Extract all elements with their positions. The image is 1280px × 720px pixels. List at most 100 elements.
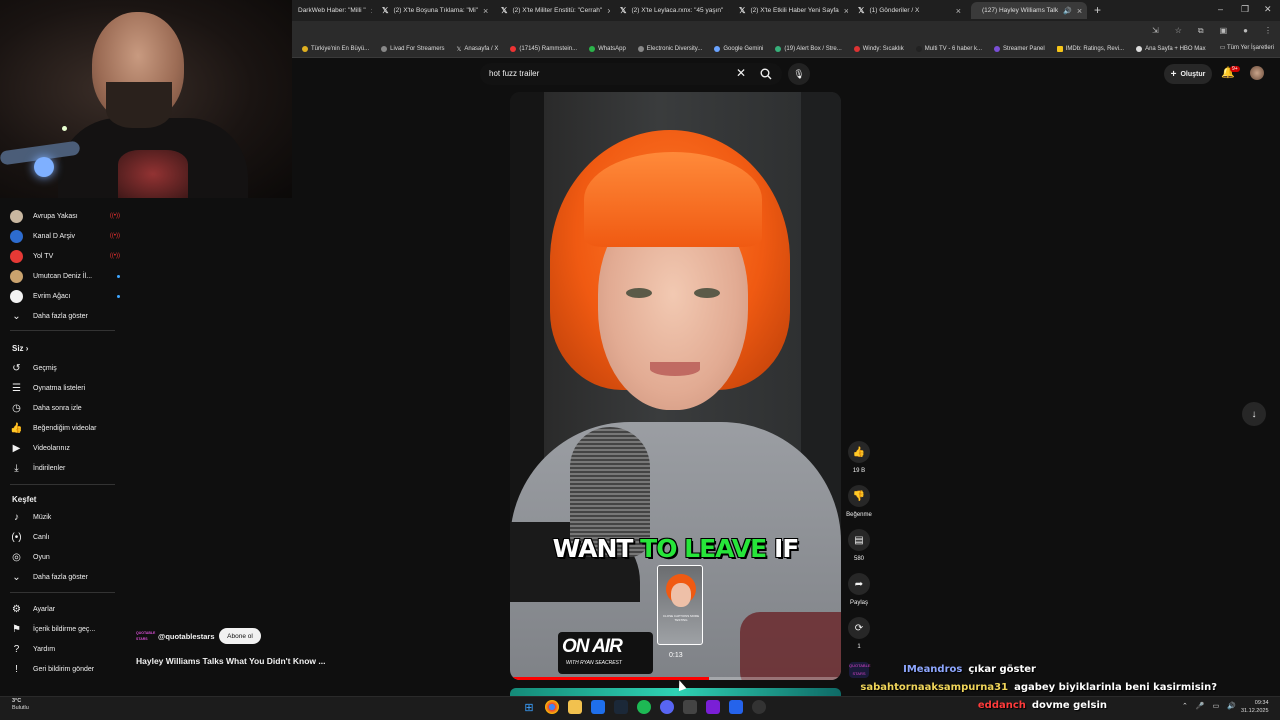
microphone-icon[interactable]: 🎤 — [1196, 702, 1205, 710]
sidebar-item-subscription[interactable]: Umutcan Deniz İl... — [10, 266, 120, 286]
subscribe-button[interactable]: Abone ol — [219, 628, 261, 644]
sidebar-item-downloads[interactable]: ⤓ İndirilenler — [10, 458, 120, 478]
channel-thumbnail[interactable]: QUOTABLE STARS — [849, 662, 871, 678]
sidepanel-icon[interactable]: ▣ — [1220, 26, 1228, 36]
active-app-icon[interactable] — [729, 700, 743, 714]
all-bookmarks[interactable]: ▭ Tüm Yer İşaretleri — [1220, 44, 1274, 51]
browser-tab-active[interactable]: (127) Hayley Williams Talk 🔊 × — [971, 2, 1087, 19]
sidebar-show-more[interactable]: ⌄ Daha fazla göster — [10, 567, 120, 587]
sidebar-show-more[interactable]: ⌄ Daha fazla göster — [10, 306, 120, 326]
steam-icon[interactable] — [614, 700, 628, 714]
minimize-icon[interactable]: – — [1218, 4, 1223, 14]
next-short-preview[interactable] — [510, 688, 841, 696]
browser-tab[interactable]: 𝕏 (2) X'te Boşuna Tıklama: "Mi" × — [376, 2, 491, 19]
close-icon[interactable]: × — [1077, 6, 1082, 16]
close-icon[interactable]: × — [844, 6, 848, 16]
sidebar-item-subscription[interactable]: Evrim Ağacı — [10, 286, 120, 306]
close-icon[interactable]: × — [483, 6, 488, 16]
bookmark-item[interactable]: (19) Alert Box / Stre... — [775, 46, 842, 52]
maximize-icon[interactable]: ❐ — [1241, 4, 1249, 15]
install-icon[interactable]: ⇲ — [1152, 26, 1159, 36]
close-window-icon[interactable]: ✕ — [1264, 4, 1272, 15]
sidebar-item-subscription[interactable]: Avrupa Yakası ((•)) — [10, 206, 120, 226]
bookmark-item[interactable]: Streamer Panel — [994, 46, 1045, 52]
search-button[interactable] — [756, 64, 776, 84]
share-button[interactable]: ➦ Paylaş — [848, 573, 870, 606]
sidebar-item-music[interactable]: ♪ Müzik — [10, 507, 120, 527]
comments-button[interactable]: ▤ 580 — [848, 529, 870, 562]
bookmark-item[interactable]: Multi TV - 6 haber k... — [915, 46, 982, 52]
dislike-button[interactable]: 👎 Beğenme — [846, 485, 872, 518]
bookmark-item[interactable]: WhatsApp — [589, 46, 626, 52]
sidebar-item-watch-later[interactable]: ◷ Daha sonra izle — [10, 398, 120, 418]
bookmark-item[interactable]: Ana Sayfa + HBO Max — [1136, 46, 1206, 52]
video-title[interactable]: Hayley Williams Talks What You Didn't Kn… — [136, 656, 325, 666]
bookmark-item[interactable]: Google Gemini — [714, 46, 763, 52]
sidebar-item-gaming[interactable]: ◎ Oyun — [10, 547, 120, 567]
weather-widget[interactable]: 3°C Bulutlu — [12, 698, 29, 712]
browser-tab[interactable]: 𝕏 (1) Gönderiler / X × — [852, 2, 967, 19]
sidebar-item-help[interactable]: ? Yardım — [10, 639, 120, 659]
file-explorer-icon[interactable] — [568, 700, 582, 714]
sidebar-item-your-videos[interactable]: ▶ Videolarınız — [10, 438, 120, 458]
bookmark-label: (19) Alert Box / Stre... — [784, 46, 842, 52]
sidebar-item-report-history[interactable]: ⚑ İçerik bildirme geç... — [10, 619, 120, 639]
chevron-right-icon: › — [25, 344, 29, 353]
sidebar-item-history[interactable]: ↺ Geçmiş — [10, 358, 120, 378]
channel-avatar — [10, 269, 23, 283]
voice-search-button[interactable]: 🎙 — [788, 63, 810, 85]
bookmark-item[interactable]: (17145) Rammstein... — [510, 46, 577, 52]
sidebar-item-playlists[interactable]: ☰ Oynatma listeleri — [10, 378, 120, 398]
close-icon[interactable]: × — [607, 6, 610, 16]
volume-icon[interactable]: 🔊 — [1227, 702, 1236, 710]
bookmark-item[interactable]: IMDb: Ratings, Revi... — [1056, 46, 1124, 52]
extensions-icon[interactable]: ⧉ — [1198, 26, 1204, 36]
bookmark-item[interactable]: 𝕏 Anasayfa / X — [457, 46, 499, 53]
clear-search-icon[interactable]: ✕ — [736, 66, 746, 80]
obs-icon[interactable] — [752, 700, 766, 714]
windows-start-icon[interactable]: ⊞ — [522, 700, 536, 714]
network-icon[interactable]: ▭ — [1213, 702, 1220, 710]
chrome-icon[interactable] — [545, 700, 559, 714]
chevron-up-icon[interactable]: ⌃ — [1182, 702, 1188, 710]
sidebar-item-subscription[interactable]: Kanal D Arşiv ((•)) — [10, 226, 120, 246]
clock[interactable]: 09:34 31.12.2025 — [1241, 699, 1269, 715]
bookmark-item[interactable]: Livad For Streamers — [381, 46, 445, 52]
profile-icon[interactable]: ● — [1243, 26, 1248, 36]
gemini-icon — [714, 46, 721, 52]
sidebar-item-liked[interactable]: 👍 Beğendiğim videolar — [10, 418, 120, 438]
shorts-video-player[interactable]: ON AIR WITH RYAN SEACREST WANT TO LEAVE … — [510, 92, 841, 680]
bookmark-item[interactable]: Türkiye'nin En Büyü... — [302, 46, 369, 52]
remix-button[interactable]: ⟳ 1 — [848, 617, 870, 650]
sidebar-item-subscription[interactable]: Yol TV ((•)) — [10, 246, 120, 266]
sidebar-item-settings[interactable]: ⚙ Ayarlar — [10, 599, 120, 619]
close-icon[interactable]: × — [371, 6, 372, 16]
close-icon[interactable]: × — [728, 6, 729, 16]
app-icon[interactable] — [591, 700, 605, 714]
browser-tab[interactable]: 𝕏 (2) X'te Etkili Haber Yeni Sayfa × — [733, 2, 848, 19]
avatar[interactable] — [1250, 66, 1264, 80]
sidebar-item-feedback[interactable]: ! Geri bildirim gönder — [10, 659, 120, 679]
search-input[interactable]: hot fuzz trailer — [489, 69, 539, 78]
chat-username: sabahtornaaksampurna31 — [860, 682, 1009, 693]
new-tab-button[interactable]: + — [1094, 3, 1101, 17]
close-icon[interactable]: × — [956, 6, 961, 16]
sidebar-you-heading[interactable]: Siz › — [12, 344, 28, 353]
sidebar-item-live[interactable]: (•) Canlı — [10, 527, 120, 547]
star-icon[interactable]: ☆ — [1175, 26, 1182, 36]
browser-tab[interactable]: DarkWeb Haber: "Milli " × — [292, 2, 372, 19]
like-button[interactable]: 👍 19 B — [848, 441, 870, 474]
menu-icon[interactable]: ⋮ — [1264, 26, 1272, 36]
calculator-icon[interactable] — [683, 700, 697, 714]
browser-tab[interactable]: 𝕏 (2) X'te Militer Enstitü: "Cerrah" × — [495, 2, 610, 19]
kick-icon[interactable] — [706, 700, 720, 714]
bookmark-item[interactable]: Windy: Sıcaklık — [853, 46, 904, 52]
spotify-icon[interactable] — [637, 700, 651, 714]
bookmark-item[interactable]: Electronic Diversity... — [637, 46, 702, 52]
channel-name[interactable]: @quotablestars — [158, 632, 215, 641]
discord-icon[interactable] — [660, 700, 674, 714]
browser-tab[interactable]: 𝕏 (2) X'te Leylaca.rxnx: "45 yaşın" × — [614, 2, 729, 19]
create-button[interactable]: + Oluştur — [1164, 64, 1212, 84]
next-video-button[interactable]: ↓ — [1242, 402, 1266, 426]
channel-logo[interactable]: QUOTABLE STARS — [136, 630, 155, 644]
